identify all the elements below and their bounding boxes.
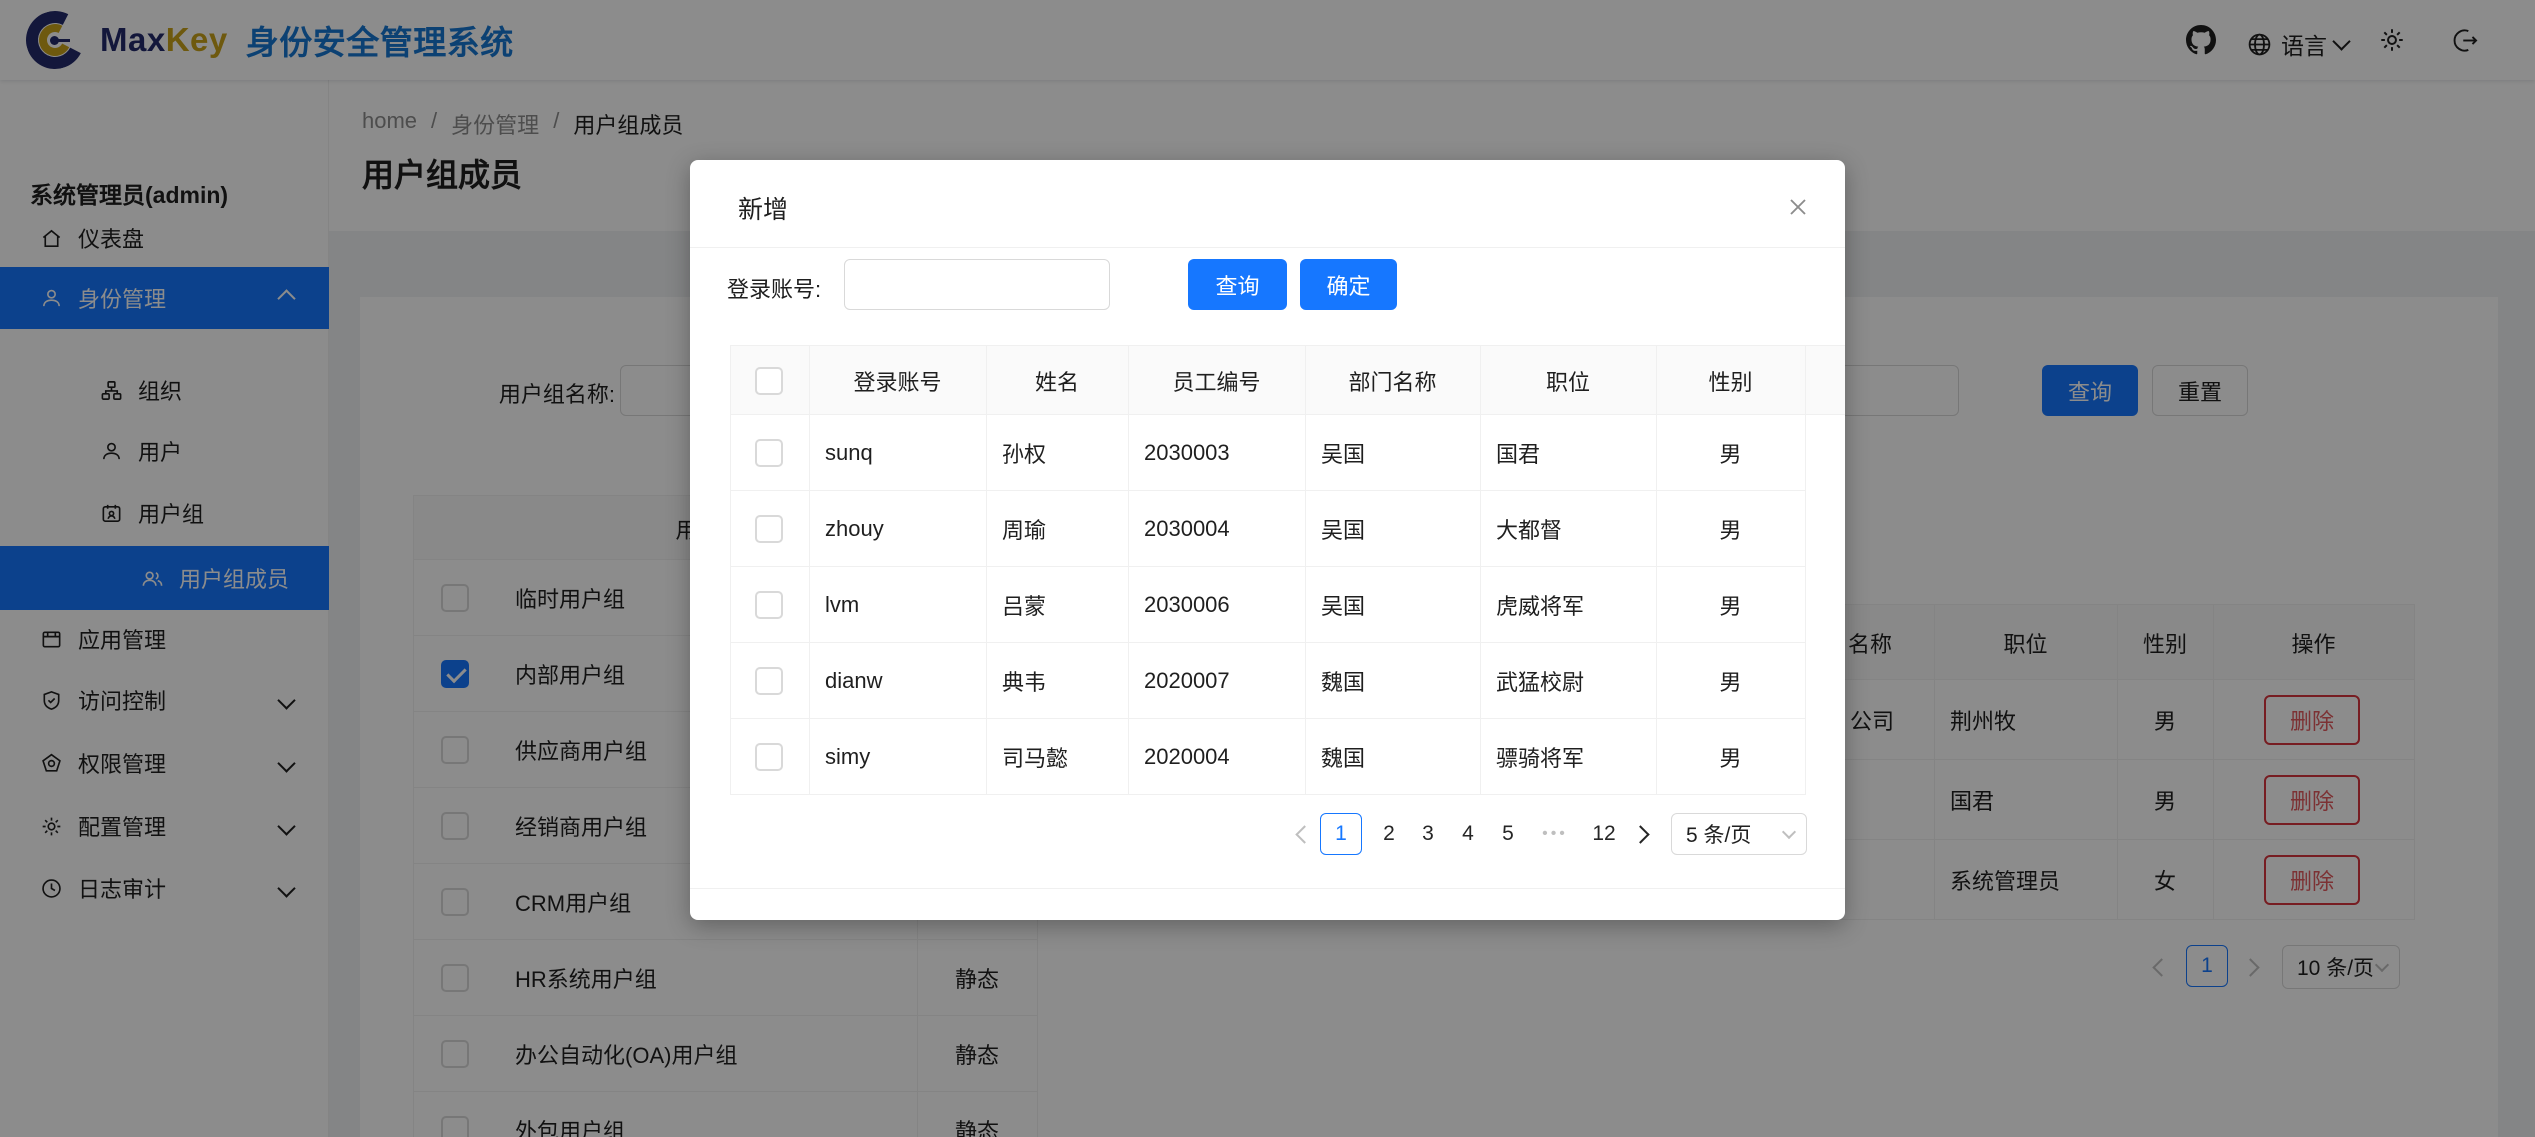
cell-login: simy (825, 719, 870, 795)
cell-login: lvm (825, 567, 859, 643)
col-login: 登录账号 (809, 346, 986, 416)
cell-position: 骠骑将军 (1496, 719, 1584, 795)
cell-position: 国君 (1496, 415, 1540, 491)
page-number[interactable]: 4 (1447, 813, 1489, 855)
cell-position: 大都督 (1496, 491, 1562, 567)
pagination-ellipsis[interactable]: ••• (1528, 813, 1582, 855)
row-checkbox[interactable] (755, 743, 783, 771)
cell-dept: 吴国 (1321, 491, 1365, 567)
page-number[interactable]: 5 (1487, 813, 1529, 855)
row-checkbox[interactable] (755, 591, 783, 619)
row-checkbox[interactable] (755, 667, 783, 695)
cell-name: 典韦 (1002, 643, 1046, 719)
table-row: sunq 孙权 2030003 吴国 国君 男 (730, 415, 1805, 491)
col-dept: 部门名称 (1305, 346, 1480, 416)
cell-login: sunq (825, 415, 873, 491)
cell-emp-no: 2020007 (1144, 643, 1230, 719)
cell-name: 司马懿 (1002, 719, 1068, 795)
cell-dept: 魏国 (1321, 719, 1365, 795)
table-row: simy 司马懿 2020004 魏国 骠骑将军 男 (730, 719, 1805, 795)
chevron-down-icon (1782, 825, 1796, 839)
cell-gender: 男 (1656, 643, 1805, 719)
cell-position: 虎威将军 (1496, 567, 1584, 643)
cell-emp-no: 2030004 (1144, 491, 1230, 567)
modal-title: 新增 (738, 190, 788, 226)
cell-emp-no: 2020004 (1144, 719, 1230, 795)
table-row: zhouy 周瑜 2030004 吴国 大都督 男 (730, 491, 1805, 567)
divider (690, 247, 1845, 248)
cell-login: zhouy (825, 491, 884, 567)
page-size-select[interactable]: 5 条/页 (1671, 813, 1807, 855)
table-row: dianw 典韦 2020007 魏国 武猛校尉 男 (730, 643, 1805, 719)
cell-gender: 男 (1656, 719, 1805, 795)
cell-gender: 男 (1656, 491, 1805, 567)
close-icon[interactable] (1784, 193, 1812, 221)
cell-gender: 男 (1656, 567, 1805, 643)
account-label: 登录账号: (727, 272, 821, 304)
cell-dept: 吴国 (1321, 415, 1365, 491)
next-page-icon[interactable] (1631, 825, 1649, 843)
page-number-active[interactable]: 1 (1320, 813, 1362, 855)
cell-name: 吕蒙 (1002, 567, 1046, 643)
screen: MaxKey 身份安全管理系统 语言 系统管理员(admin) 仪表盘 (0, 0, 2535, 1137)
col-name: 姓名 (986, 346, 1128, 416)
col-emp-no: 员工编号 (1128, 346, 1305, 416)
cell-login: dianw (825, 643, 882, 719)
table-row: lvm 吕蒙 2030006 吴国 虎威将军 男 (730, 567, 1805, 643)
cell-position: 武猛校尉 (1496, 643, 1584, 719)
page-size-value: 5 条/页 (1686, 819, 1751, 849)
modal-search-button[interactable]: 查询 (1188, 259, 1287, 310)
cell-name: 周瑜 (1002, 491, 1046, 567)
cell-emp-no: 2030006 (1144, 567, 1230, 643)
modal-confirm-button[interactable]: 确定 (1300, 259, 1397, 310)
cell-dept: 魏国 (1321, 643, 1365, 719)
col-position: 职位 (1480, 346, 1656, 416)
cell-name: 孙权 (1002, 415, 1046, 491)
col-gender: 性别 (1656, 346, 1805, 416)
row-checkbox[interactable] (755, 515, 783, 543)
page-number-last[interactable]: 12 (1583, 813, 1625, 855)
cell-gender: 男 (1656, 415, 1805, 491)
cell-emp-no: 2030003 (1144, 415, 1230, 491)
row-checkbox[interactable] (755, 439, 783, 467)
divider (1805, 345, 1806, 795)
modal-account-input[interactable] (844, 259, 1110, 310)
cell-dept: 吴国 (1321, 567, 1365, 643)
add-member-modal: 新增 登录账号: 查询 确定 登录账号 姓名 员工编号 部门名称 职位 性别 (690, 160, 1845, 920)
modal-table-header: 登录账号 姓名 员工编号 部门名称 职位 性别 (730, 345, 1845, 415)
divider (690, 888, 1845, 889)
select-all-checkbox[interactable] (755, 367, 783, 395)
modal-user-table: 登录账号 姓名 员工编号 部门名称 职位 性别 sunq 孙权 2030003 … (730, 345, 1845, 795)
prev-page-icon[interactable] (1295, 825, 1313, 843)
page-number[interactable]: 2 (1368, 813, 1410, 855)
page-number[interactable]: 3 (1407, 813, 1449, 855)
